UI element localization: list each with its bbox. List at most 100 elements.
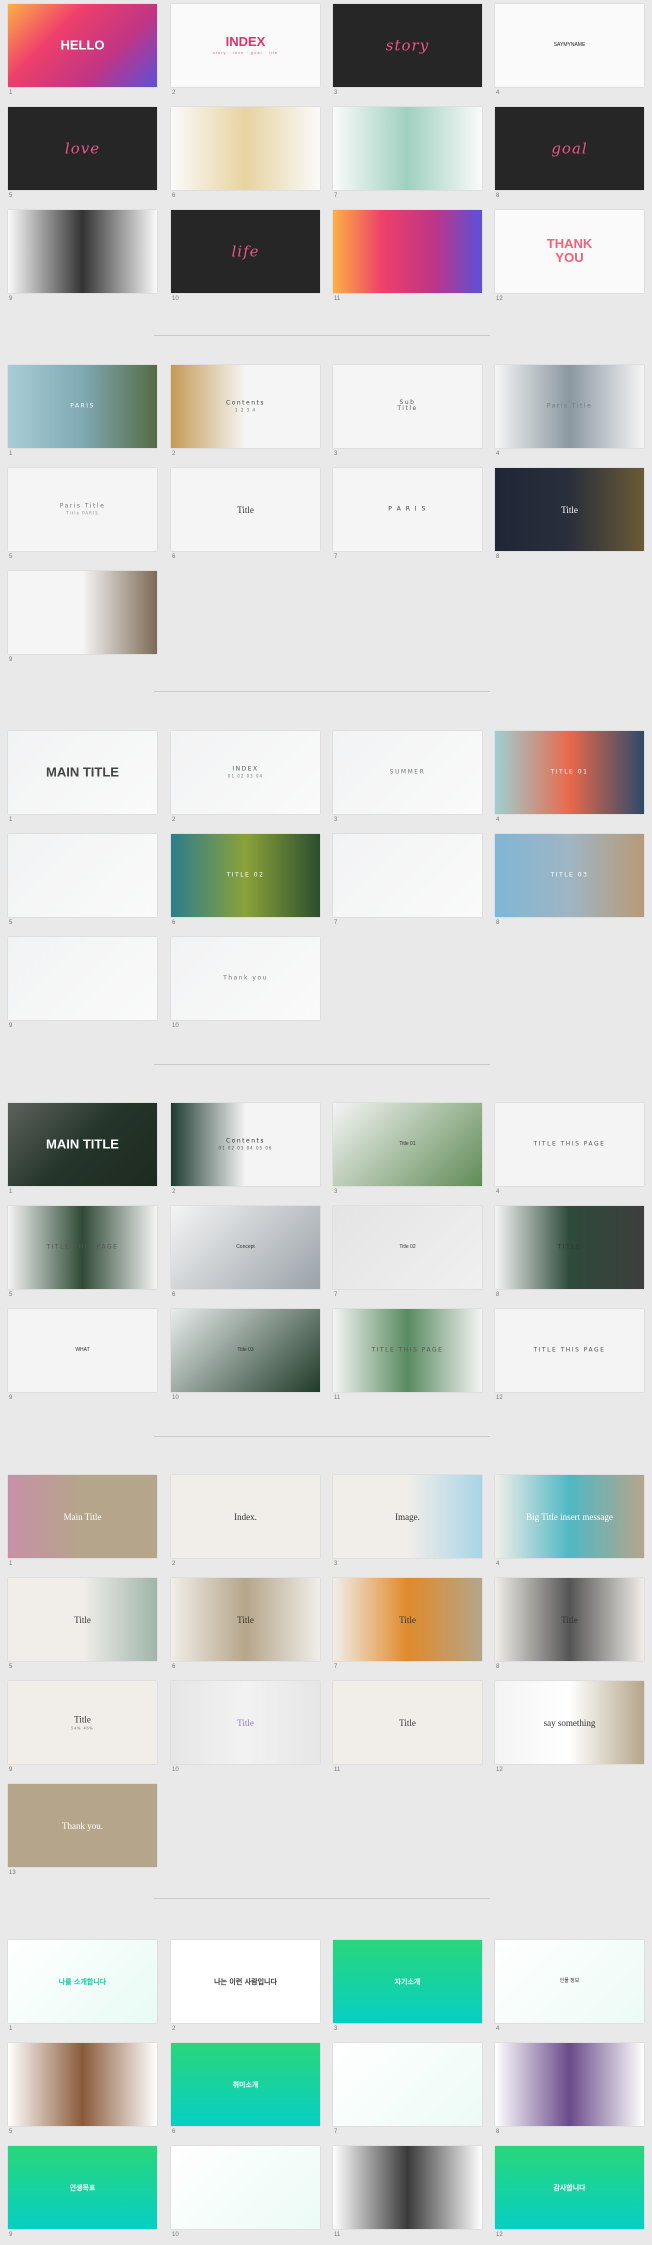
slide-number: 9 bbox=[9, 1767, 13, 1773]
slide-thumbnail[interactable]: Thank you. bbox=[8, 1784, 157, 1867]
slide-thumbnail[interactable]: THANK YOU bbox=[495, 210, 644, 293]
slide-title: Thank you bbox=[171, 974, 320, 982]
slide-thumbnail[interactable]: 인생목표 bbox=[8, 2146, 157, 2229]
slide-thumbnail[interactable]: Title 03 bbox=[171, 1309, 320, 1392]
slide-title-text: life bbox=[231, 241, 260, 260]
slide-thumbnail[interactable] bbox=[333, 2146, 482, 2229]
slide-thumbnail[interactable]: Main Title bbox=[8, 1475, 157, 1558]
slide-number: 12 bbox=[496, 1767, 503, 1773]
slide-number: 7 bbox=[334, 1664, 338, 1670]
slide-thumbnail[interactable] bbox=[495, 2043, 644, 2126]
slide-thumbnail[interactable]: Title 54% 46% bbox=[8, 1681, 157, 1764]
slide-thumbnail[interactable]: TITLE THIS PAGE bbox=[495, 1103, 644, 1186]
slide-thumbnail[interactable]: TITLE 03 bbox=[495, 834, 644, 917]
slide-title-text: Title bbox=[74, 1714, 91, 1725]
slide-thumbnail[interactable]: INDEX story · love · goal · life bbox=[171, 4, 320, 87]
slide-title-text: TITLE THIS PAGE bbox=[46, 1243, 119, 1251]
slide-thumbnail[interactable]: 감사합니다 bbox=[495, 2146, 644, 2229]
slide-thumbnail[interactable]: love bbox=[8, 107, 157, 190]
slide-thumbnail[interactable] bbox=[171, 107, 320, 190]
slide-thumbnail[interactable] bbox=[333, 107, 482, 190]
slide-title-text: P A R I S bbox=[388, 505, 427, 513]
slide-title: 인생목표 bbox=[8, 2183, 157, 2191]
slide-title: Sub Title bbox=[333, 398, 482, 414]
slide-subtitle: Title PARIS bbox=[66, 510, 99, 516]
slide-thumbnail[interactable]: TITLE 02 bbox=[171, 834, 320, 917]
slide-thumbnail[interactable] bbox=[8, 937, 157, 1020]
slide-number: 1 bbox=[9, 817, 13, 823]
slide-thumbnail[interactable]: TITLE bbox=[495, 1206, 644, 1289]
slide-thumbnail[interactable] bbox=[8, 571, 157, 654]
slide-number: 10 bbox=[172, 296, 179, 302]
slide-thumbnail[interactable]: Concept bbox=[171, 1206, 320, 1289]
slide-number: 4 bbox=[496, 817, 500, 823]
slide-thumbnail[interactable]: Thank you bbox=[171, 937, 320, 1020]
slide-thumbnail[interactable]: Contents 1 2 3 4 bbox=[171, 365, 320, 448]
slide-thumbnail[interactable]: Sub Title bbox=[333, 365, 482, 448]
slide-thumbnail[interactable]: Paris Title Title PARIS bbox=[8, 468, 157, 551]
slide-thumbnail[interactable]: TITLE THIS PAGE bbox=[495, 1309, 644, 1392]
slide-thumbnail[interactable]: Title bbox=[495, 468, 644, 551]
slide-thumbnail[interactable]: goal bbox=[495, 107, 644, 190]
section-divider bbox=[154, 335, 490, 336]
slide-thumbnail[interactable]: SUMMER bbox=[333, 731, 482, 814]
slide-thumbnail[interactable]: MAIN TITLE bbox=[8, 1103, 157, 1186]
slide-thumbnail[interactable]: Title bbox=[495, 1578, 644, 1661]
slide-thumbnail[interactable]: Title bbox=[8, 1578, 157, 1661]
slide-thumbnail[interactable]: Title bbox=[333, 1681, 482, 1764]
slide-thumbnail[interactable]: INDEX 01 02 03 04 bbox=[171, 731, 320, 814]
slide-thumbnail[interactable]: Image. bbox=[333, 1475, 482, 1558]
slide-thumbnail[interactable]: PARIS bbox=[8, 365, 157, 448]
slide-title-text: love bbox=[64, 138, 101, 157]
slide-subtitle: story · love · goal · life bbox=[212, 50, 279, 56]
slide-thumbnail[interactable]: Title bbox=[171, 1681, 320, 1764]
slide-thumbnail[interactable]: Title 01 bbox=[333, 1103, 482, 1186]
slide-title-text: Sub Title bbox=[397, 398, 418, 413]
slide-thumbnail[interactable]: WHAT bbox=[8, 1309, 157, 1392]
slide-thumbnail[interactable] bbox=[333, 2043, 482, 2126]
slide-thumbnail[interactable]: TITLE THIS PAGE bbox=[333, 1309, 482, 1392]
slide-thumbnail[interactable]: 나는 이런 사람입니다 bbox=[171, 1940, 320, 2023]
slide-thumbnail[interactable]: 자기소개 bbox=[333, 1940, 482, 2023]
slide-thumbnail[interactable]: Title bbox=[171, 468, 320, 551]
slide-thumbnail[interactable]: TITLE THIS PAGE bbox=[8, 1206, 157, 1289]
slide-thumbnail[interactable]: 인물 정보 bbox=[495, 1940, 644, 2023]
slide-thumbnail[interactable]: HELLO bbox=[8, 4, 157, 87]
slide-thumbnail[interactable]: Big Title insert message bbox=[495, 1475, 644, 1558]
slide-thumbnail[interactable]: Title 02 bbox=[333, 1206, 482, 1289]
slide-title-text: Title bbox=[237, 504, 254, 515]
slide-title-text: 나는 이런 사람입니다 bbox=[214, 1977, 277, 1986]
slide-title-text: Contents bbox=[226, 1136, 265, 1144]
slide-thumbnail[interactable]: say something bbox=[495, 1681, 644, 1764]
slide-thumbnail[interactable]: MAIN TITLE bbox=[8, 731, 157, 814]
slide-thumbnail[interactable]: Title bbox=[333, 1578, 482, 1661]
slide-title: love bbox=[8, 138, 157, 157]
slide-thumbnail[interactable]: 나를 소개합니다 bbox=[8, 1940, 157, 2023]
slide-title-text: Big Title insert message bbox=[526, 1511, 613, 1522]
slide-title: TITLE THIS PAGE bbox=[495, 1140, 644, 1148]
slide-thumbnail[interactable] bbox=[8, 210, 157, 293]
slide-thumbnail[interactable] bbox=[8, 2043, 157, 2126]
slide-number: 7 bbox=[334, 554, 338, 560]
slide-subtitle: 01 02 03 04 05 06 bbox=[218, 1145, 273, 1151]
slide-number: 7 bbox=[334, 193, 338, 199]
slide-thumbnail[interactable]: Index. bbox=[171, 1475, 320, 1558]
slide-title: say something bbox=[495, 1717, 644, 1727]
slide-title: goal bbox=[495, 139, 644, 157]
slide-title: Title bbox=[171, 1717, 320, 1727]
slide-thumbnail[interactable] bbox=[333, 834, 482, 917]
slide-thumbnail[interactable]: Title bbox=[171, 1578, 320, 1661]
slide-thumbnail[interactable] bbox=[171, 2146, 320, 2229]
slide-thumbnail[interactable] bbox=[333, 210, 482, 293]
slide-title-text: Title bbox=[399, 1614, 416, 1625]
slide-thumbnail[interactable]: 취미소개 bbox=[171, 2043, 320, 2126]
slide-thumbnail[interactable]: life bbox=[171, 210, 320, 293]
slide-thumbnail[interactable]: TITLE 01 bbox=[495, 731, 644, 814]
slide-thumbnail[interactable]: Paris Title bbox=[495, 365, 644, 448]
slide-thumbnail[interactable]: SAYMYNAME bbox=[495, 4, 644, 87]
slide-thumbnail[interactable] bbox=[8, 834, 157, 917]
slide-title: 감사합니다 bbox=[495, 2183, 644, 2191]
slide-thumbnail[interactable]: Contents 01 02 03 04 05 06 bbox=[171, 1103, 320, 1186]
slide-thumbnail[interactable]: P A R I S bbox=[333, 468, 482, 551]
slide-thumbnail[interactable]: story bbox=[333, 4, 482, 87]
